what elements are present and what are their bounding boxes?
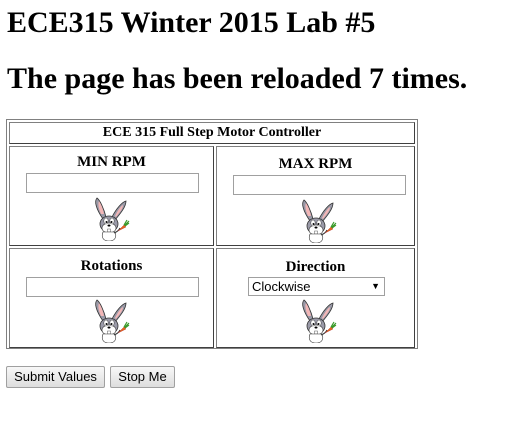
min-rpm-label: MIN RPM [77, 154, 146, 170]
min-rpm-input[interactable] [26, 173, 199, 193]
rotations-input[interactable] [26, 277, 199, 297]
bugs-bunny-icon [95, 197, 130, 241]
bugs-bunny-icon [95, 299, 130, 343]
direction-select[interactable]: Clockwise ▼ [248, 277, 385, 296]
max-rpm-input[interactable] [233, 175, 406, 195]
rotations-cell: Rotations [9, 248, 214, 348]
direction-cell: Direction Clockwise ▼ [216, 248, 415, 348]
dropdown-arrow-icon: ▼ [371, 281, 380, 291]
max-rpm-cell: MAX RPM [216, 146, 415, 246]
submit-values-button[interactable]: Submit Values [6, 366, 105, 388]
bugs-bunny-icon [302, 299, 337, 343]
controller-title: ECE 315 Full Step Motor Controller [9, 122, 415, 144]
min-rpm-cell: MIN RPM [9, 146, 214, 246]
max-rpm-label: MAX RPM [278, 156, 353, 172]
page-title: ECE315 Winter 2015 Lab #5 [7, 6, 376, 39]
motor-controller-table: ECE 315 Full Step Motor Controller MIN R… [6, 119, 418, 349]
reload-counter-heading: The page has been reloaded 7 times. [7, 62, 468, 95]
direction-label: Direction [285, 259, 346, 275]
stop-me-button[interactable]: Stop Me [110, 366, 175, 388]
bugs-bunny-icon [302, 199, 337, 243]
direction-selected-value: Clockwise [252, 279, 311, 294]
rotations-label: Rotations [80, 258, 143, 274]
